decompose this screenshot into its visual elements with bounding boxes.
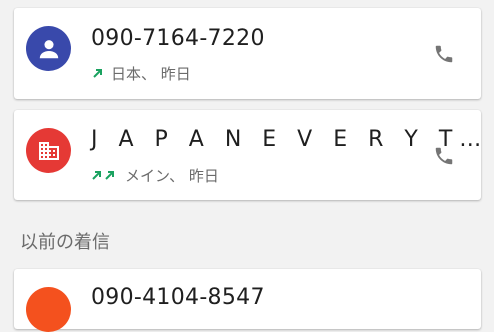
call-detail-text: 日本、 昨日 xyxy=(111,64,191,83)
contact-name: J A P A N E V E R Y T… xyxy=(91,127,489,152)
section-header-earlier-calls: 以前の着信 xyxy=(20,232,110,253)
phone-icon[interactable] xyxy=(433,145,455,167)
contact-avatar[interactable] xyxy=(26,287,71,332)
call-log-entry[interactable]: 090-7164-7220 日本、 昨日 xyxy=(14,8,481,99)
phone-number: 090-4104-8547 xyxy=(91,285,265,310)
call-log-entry[interactable]: 090-4104-8547 xyxy=(14,269,481,332)
phone-icon[interactable] xyxy=(433,43,455,65)
person-icon xyxy=(39,39,58,58)
call-detail: メイン、 昨日 xyxy=(91,165,219,185)
phone-number: 090-7164-7220 xyxy=(91,26,265,51)
call-log-entry[interactable]: J A P A N E V E R Y T… メイン、 昨日 xyxy=(14,110,481,200)
outgoing-call-icon xyxy=(93,69,102,78)
contact-avatar[interactable] xyxy=(26,26,71,71)
outgoing-call-double-icon xyxy=(92,171,114,180)
call-detail: 日本、 昨日 xyxy=(91,63,191,83)
contact-avatar[interactable] xyxy=(26,128,71,173)
business-icon xyxy=(38,141,59,160)
call-detail-text: メイン、 昨日 xyxy=(125,166,219,185)
